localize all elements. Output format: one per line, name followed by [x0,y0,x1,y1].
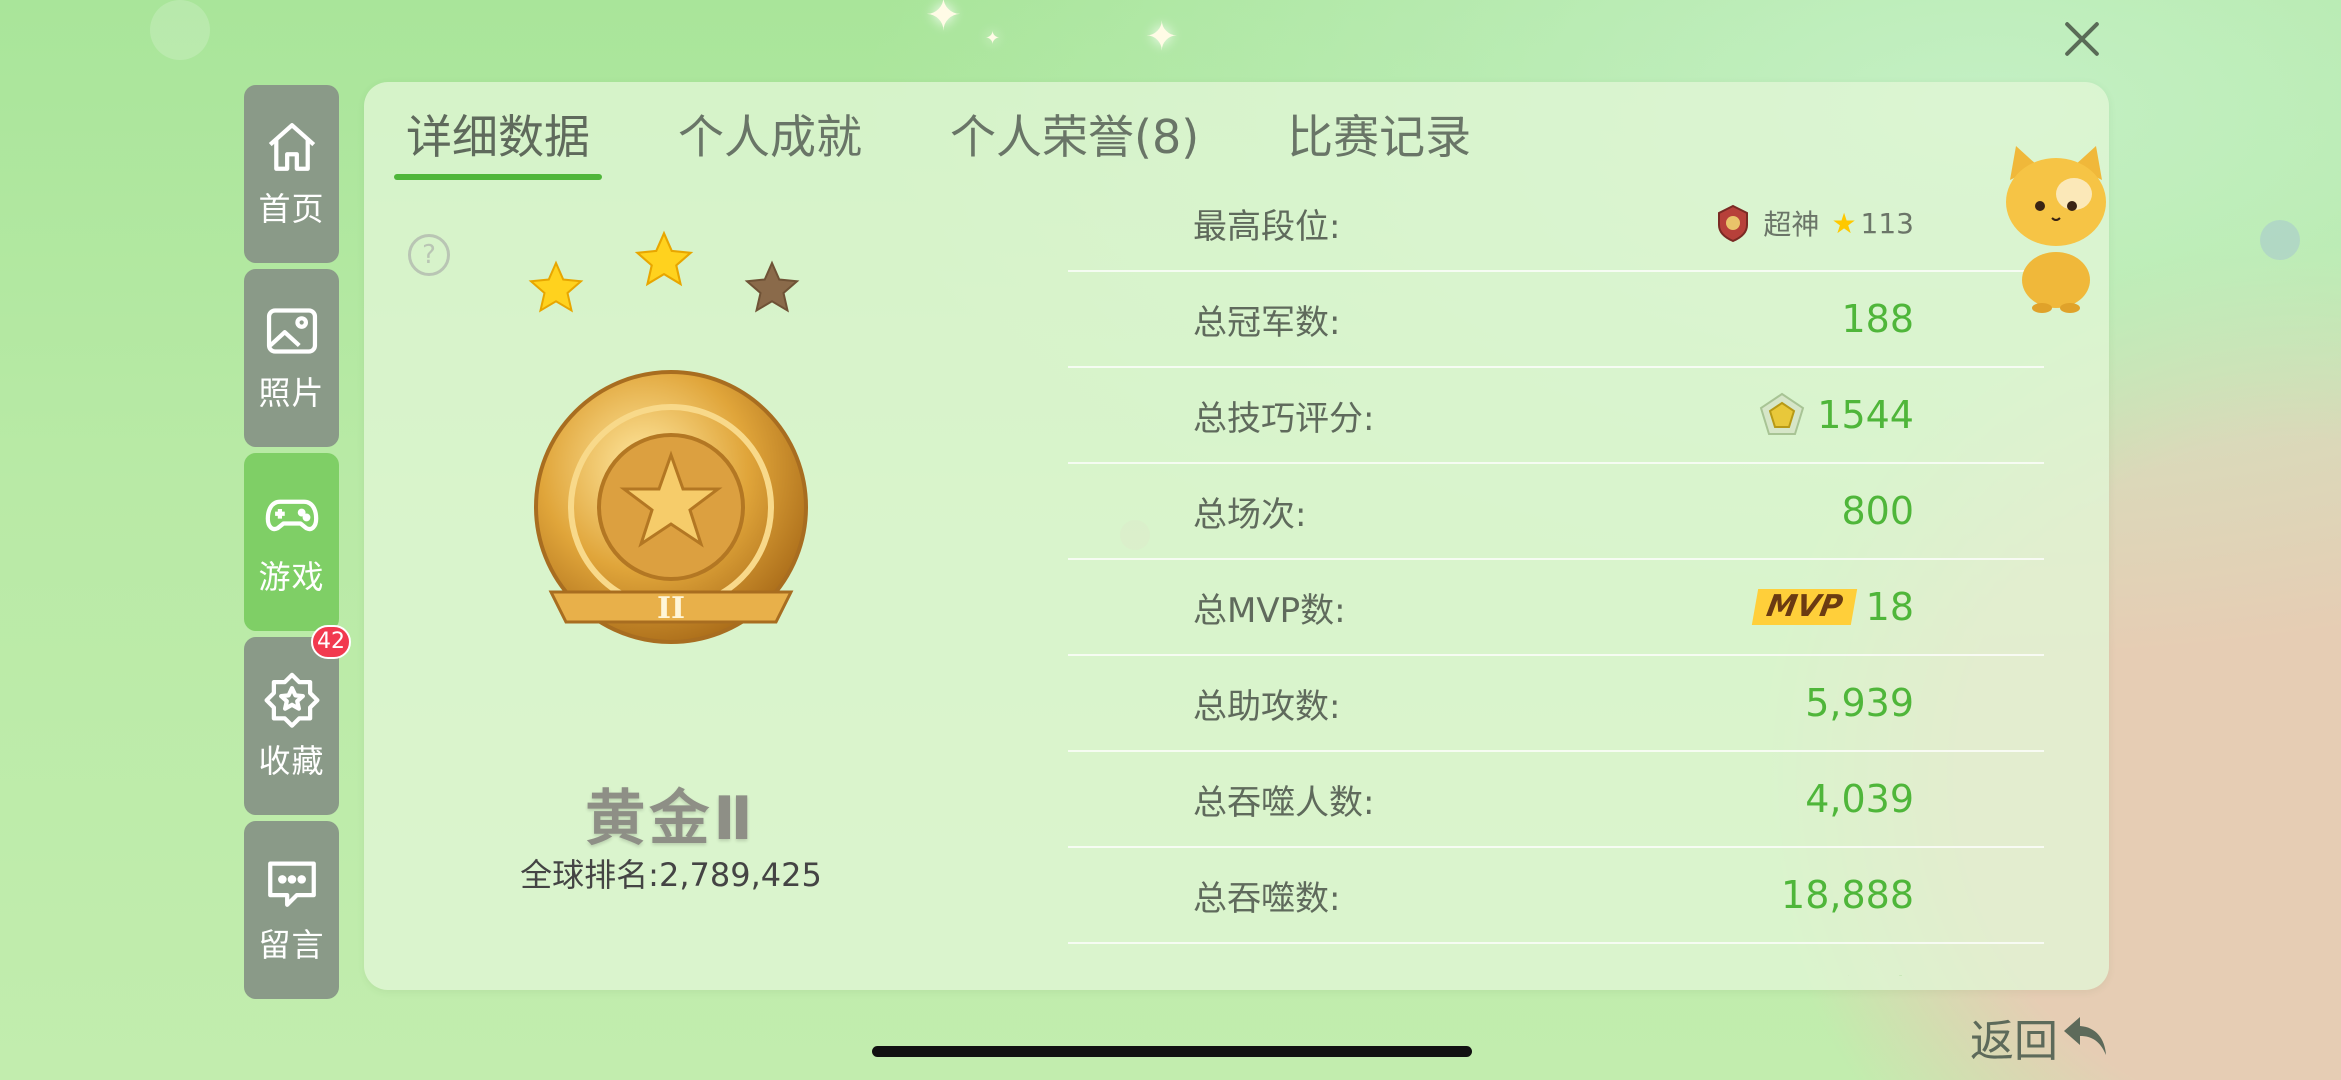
mvp-badge: MVP [1751,589,1857,625]
stat-row-highest-rank: 最高段位: 超神 ★ 113 [1068,176,2044,272]
mvp-count: 18 [1865,585,1914,629]
cat-mascot-icon [2006,146,2106,313]
stat-value: 18,888 [1781,873,1914,917]
stat-value: MVP 18 [1751,585,1914,629]
gamepad-icon [265,499,318,532]
sidebar-item-favorites[interactable]: 42 收藏 [244,625,351,815]
stat-value: 5,939 [1805,681,1914,725]
stat-value: 800 [1841,489,1914,533]
bokeh-decoration [2260,220,2300,260]
stat-label: 总冠军数: [1193,302,1341,343]
sidebar-item-label: 游戏 [258,558,325,596]
help-icon[interactable]: ? [408,234,450,276]
stats-list: 最高段位: 超神 ★ 113 总冠军数: 188 总技巧评分: 1544 总场次… [1068,176,2044,976]
skill-gem-icon [1760,392,1805,435]
profile-stats-panel: 详细数据 个人成就 个人荣誉(8) 比赛记录 ? II 黄金Ⅱ 全球排名:2,7… [364,82,2109,990]
stat-row-assists: 总助攻数: 5,939 [1068,656,2044,752]
gold-rank-medal-icon: II [534,370,808,644]
close-button[interactable] [2055,12,2109,66]
sidebar-item-photos[interactable]: 照片 [244,269,339,447]
sparkle-decoration: ✦ [925,0,962,41]
rank-star-empty [744,260,800,313]
rank-star-filled [634,230,694,287]
stat-value: 4,039 [1805,777,1914,821]
rank-star-filled [528,260,584,313]
tab-bar: 详细数据 个人成就 个人荣誉(8) 比赛记录 [394,102,1547,180]
rank-emblem-icon [1718,204,1749,243]
small-star-icon: ★ [1831,206,1857,240]
back-label: 返回 [1970,1016,2058,1067]
rank-name: 黄金Ⅱ [585,784,757,854]
home-indicator[interactable] [872,1046,1472,1057]
stat-value: 188 [1841,297,1914,341]
stat-row-max-weight: 最大体重: 103万亿吨 [1068,944,2044,977]
sidebar-item-label: 照片 [258,374,325,412]
sidebar-item-label: 首页 [258,190,325,228]
stat-value: 103万亿吨 [1727,964,1914,977]
tab-honors[interactable]: 个人荣誉(8) [938,102,1211,172]
stat-label: 总技巧评分: [1193,398,1375,439]
tab-achievements[interactable]: 个人成就 [666,102,874,172]
back-arrow-icon [2064,1017,2106,1055]
stat-row-mvp: 总MVP数: MVP 18 [1068,560,2044,656]
bokeh-decoration [150,0,210,60]
skill-score-value: 1544 [1817,393,1914,437]
stat-label: 总MVP数: [1193,590,1346,631]
stat-label: 总吞噬人数: [1193,782,1375,823]
star-badge-icon [264,672,319,728]
stat-value: 1544 [1757,390,1914,440]
sidebar-nav: 首页 照片 游戏 42 收藏 留言 [244,85,351,1005]
highest-rank-stars: 113 [1860,206,1914,240]
message-icon [267,861,316,907]
stat-label: 最高段位: [1193,206,1341,247]
stat-row-skill-score: 总技巧评分: 1544 [1068,368,2044,464]
sparkle-decoration: ✦ [1145,14,1179,60]
sidebar-item-messages[interactable]: 留言 [244,821,339,999]
back-button[interactable]: 返回 [1970,1005,2114,1069]
stat-row-players-devoured: 总吞噬人数: 4,039 [1068,752,2044,848]
stat-label: 总场次: [1193,494,1307,535]
stat-value: 超神 ★ 113 [1713,203,1914,243]
sidebar-item-games[interactable]: 游戏 [244,453,339,631]
tab-detailed-data[interactable]: 详细数据 [394,102,602,180]
stat-row-total-devoured: 总吞噬数: 18,888 [1068,848,2044,944]
home-icon [268,123,315,171]
sparkle-decoration: ✦ [985,28,1001,49]
global-rank-text: 全球排名:2,789,425 [520,856,822,894]
notification-badge: 42 [311,625,351,659]
stat-label: 总助攻数: [1193,686,1341,727]
sidebar-item-home[interactable]: 首页 [244,85,339,263]
sidebar-item-label: 收藏 [258,742,325,780]
stat-label: 最大体重: [1193,967,1340,977]
stat-row-total-matches: 总场次: 800 [1068,464,2044,560]
highest-rank-name: 超神 [1763,208,1820,241]
sidebar-item-label: 留言 [258,926,325,964]
tab-match-history[interactable]: 比赛记录 [1275,102,1483,172]
photo-icon [266,308,317,354]
stat-label: 总吞噬数: [1193,878,1341,919]
stat-row-championships: 总冠军数: 188 [1068,272,2044,368]
svg-text:II: II [657,591,685,626]
